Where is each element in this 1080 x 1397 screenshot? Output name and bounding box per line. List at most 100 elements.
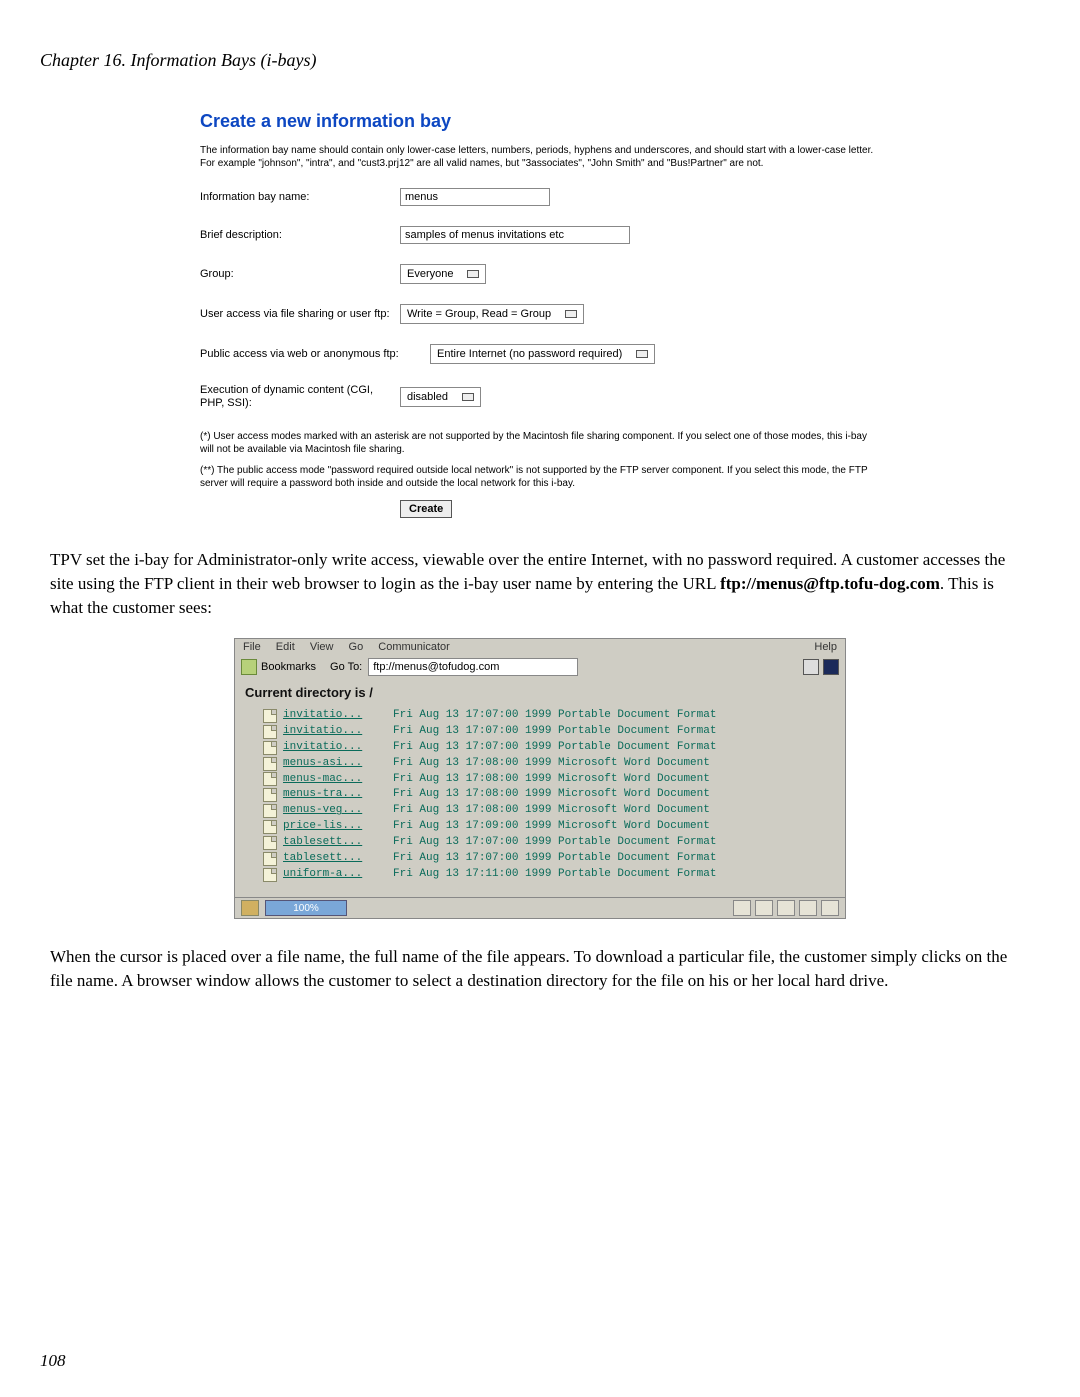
paragraph-2: When the cursor is placed over a file na… [50, 945, 1030, 993]
chevron-down-icon [636, 350, 648, 358]
intro-text: The information bay name should contain … [200, 144, 880, 170]
file-link[interactable]: invitatio... [283, 708, 393, 724]
file-info: Fri Aug 13 17:08:00 1999 Microsoft Word … [393, 787, 710, 803]
file-row: tablesett...Fri Aug 13 17:07:00 1999 Por… [263, 851, 835, 867]
file-info: Fri Aug 13 17:08:00 1999 Microsoft Word … [393, 756, 710, 772]
select-group[interactable]: Everyone [400, 264, 486, 284]
menu-view[interactable]: View [310, 641, 334, 653]
menu-edit[interactable]: Edit [276, 641, 295, 653]
ftp-browser-window: File Edit View Go Communicator Help Book… [234, 638, 846, 919]
file-info: Fri Aug 13 17:07:00 1999 Portable Docume… [393, 835, 716, 851]
file-icon [263, 772, 277, 786]
bookmarks-icon[interactable] [241, 659, 257, 675]
footnote-2: (**) The public access mode "password re… [200, 464, 880, 490]
create-button[interactable]: Create [400, 500, 452, 518]
menu-file[interactable]: File [243, 641, 261, 653]
toolbar: Bookmarks Go To: [235, 655, 845, 679]
create-ibay-panel: Create a new information bay The informa… [200, 111, 880, 518]
chevron-down-icon [565, 310, 577, 318]
input-description[interactable] [400, 226, 630, 244]
file-info: Fri Aug 13 17:07:00 1999 Portable Docume… [393, 851, 716, 867]
status-icon[interactable] [755, 900, 773, 916]
goto-label: Go To: [330, 661, 362, 673]
menu-bar: File Edit View Go Communicator Help [235, 639, 845, 655]
file-icon [263, 709, 277, 723]
select-public-access[interactable]: Entire Internet (no password required) [430, 344, 655, 364]
menu-communicator[interactable]: Communicator [378, 641, 450, 653]
progress-bar: 100% [265, 900, 347, 916]
file-row: menus-tra...Fri Aug 13 17:08:00 1999 Mic… [263, 787, 835, 803]
label-dynamic: Execution of dynamic content (CGI, PHP, … [200, 384, 400, 410]
status-bar: 100% [235, 897, 845, 918]
label-public-access: Public access via web or anonymous ftp: [200, 348, 400, 360]
file-link[interactable]: menus-asi... [283, 756, 393, 772]
footnote-1: (*) User access modes marked with an ast… [200, 430, 880, 456]
file-link[interactable]: menus-veg... [283, 803, 393, 819]
netscape-icon[interactable] [823, 659, 839, 675]
file-info: Fri Aug 13 17:07:00 1999 Portable Docume… [393, 740, 716, 756]
file-link[interactable]: menus-tra... [283, 787, 393, 803]
file-icon [263, 852, 277, 866]
select-group-value: Everyone [407, 268, 453, 280]
status-icon[interactable] [821, 900, 839, 916]
label-desc: Brief description: [200, 229, 400, 241]
para1-url: ftp://menus@ftp.tofu-dog.com [720, 574, 940, 593]
file-link[interactable]: menus-mac... [283, 772, 393, 788]
file-row: tablesett...Fri Aug 13 17:07:00 1999 Por… [263, 835, 835, 851]
directory-heading: Current directory is / [235, 679, 845, 708]
label-user-access: User access via file sharing or user ftp… [200, 308, 400, 320]
page-number: 108 [40, 1351, 66, 1371]
file-link[interactable]: uniform-a... [283, 867, 393, 883]
file-row: menus-asi...Fri Aug 13 17:08:00 1999 Mic… [263, 756, 835, 772]
chapter-heading: Chapter 16. Information Bays (i-bays) [40, 50, 1040, 71]
row-desc: Brief description: [200, 226, 880, 244]
file-icon [263, 836, 277, 850]
status-icon[interactable] [777, 900, 795, 916]
paragraph-1: TPV set the i-bay for Administrator-only… [50, 548, 1030, 619]
file-info: Fri Aug 13 17:11:00 1999 Portable Docume… [393, 867, 716, 883]
row-group: Group: Everyone [200, 264, 880, 284]
url-input[interactable] [368, 658, 578, 676]
panel-title: Create a new information bay [200, 111, 880, 132]
row-dynamic: Execution of dynamic content (CGI, PHP, … [200, 384, 880, 410]
status-icon[interactable] [733, 900, 751, 916]
file-row: price-lis...Fri Aug 13 17:09:00 1999 Mic… [263, 819, 835, 835]
file-link[interactable]: tablesett... [283, 851, 393, 867]
file-link[interactable]: tablesett... [283, 835, 393, 851]
select-dynamic[interactable]: disabled [400, 387, 481, 407]
file-link[interactable]: price-lis... [283, 819, 393, 835]
lock-icon [241, 900, 259, 916]
file-link[interactable]: invitatio... [283, 740, 393, 756]
bookmarks-label[interactable]: Bookmarks [261, 661, 316, 673]
file-list: invitatio...Fri Aug 13 17:07:00 1999 Por… [235, 708, 845, 897]
chevron-down-icon [462, 393, 474, 401]
select-user-access-value: Write = Group, Read = Group [407, 308, 551, 320]
status-icon[interactable] [799, 900, 817, 916]
select-public-access-value: Entire Internet (no password required) [437, 348, 622, 360]
menu-help[interactable]: Help [814, 641, 837, 653]
file-row: menus-mac...Fri Aug 13 17:08:00 1999 Mic… [263, 772, 835, 788]
select-user-access[interactable]: Write = Group, Read = Group [400, 304, 584, 324]
file-info: Fri Aug 13 17:07:00 1999 Portable Docume… [393, 708, 716, 724]
file-icon [263, 868, 277, 882]
file-row: uniform-a...Fri Aug 13 17:11:00 1999 Por… [263, 867, 835, 883]
file-icon [263, 788, 277, 802]
file-row: invitatio...Fri Aug 13 17:07:00 1999 Por… [263, 740, 835, 756]
row-name: Information bay name: [200, 188, 880, 206]
row-public-access: Public access via web or anonymous ftp: … [200, 344, 880, 364]
file-icon [263, 741, 277, 755]
toolbar-icon[interactable] [803, 659, 819, 675]
label-name: Information bay name: [200, 191, 400, 203]
file-info: Fri Aug 13 17:08:00 1999 Microsoft Word … [393, 772, 710, 788]
file-icon [263, 804, 277, 818]
file-icon [263, 820, 277, 834]
file-info: Fri Aug 13 17:08:00 1999 Microsoft Word … [393, 803, 710, 819]
file-row: menus-veg...Fri Aug 13 17:08:00 1999 Mic… [263, 803, 835, 819]
menu-go[interactable]: Go [349, 641, 364, 653]
file-row: invitatio...Fri Aug 13 17:07:00 1999 Por… [263, 724, 835, 740]
label-group: Group: [200, 268, 400, 280]
file-link[interactable]: invitatio... [283, 724, 393, 740]
file-icon [263, 725, 277, 739]
file-info: Fri Aug 13 17:09:00 1999 Microsoft Word … [393, 819, 710, 835]
input-ibay-name[interactable] [400, 188, 550, 206]
